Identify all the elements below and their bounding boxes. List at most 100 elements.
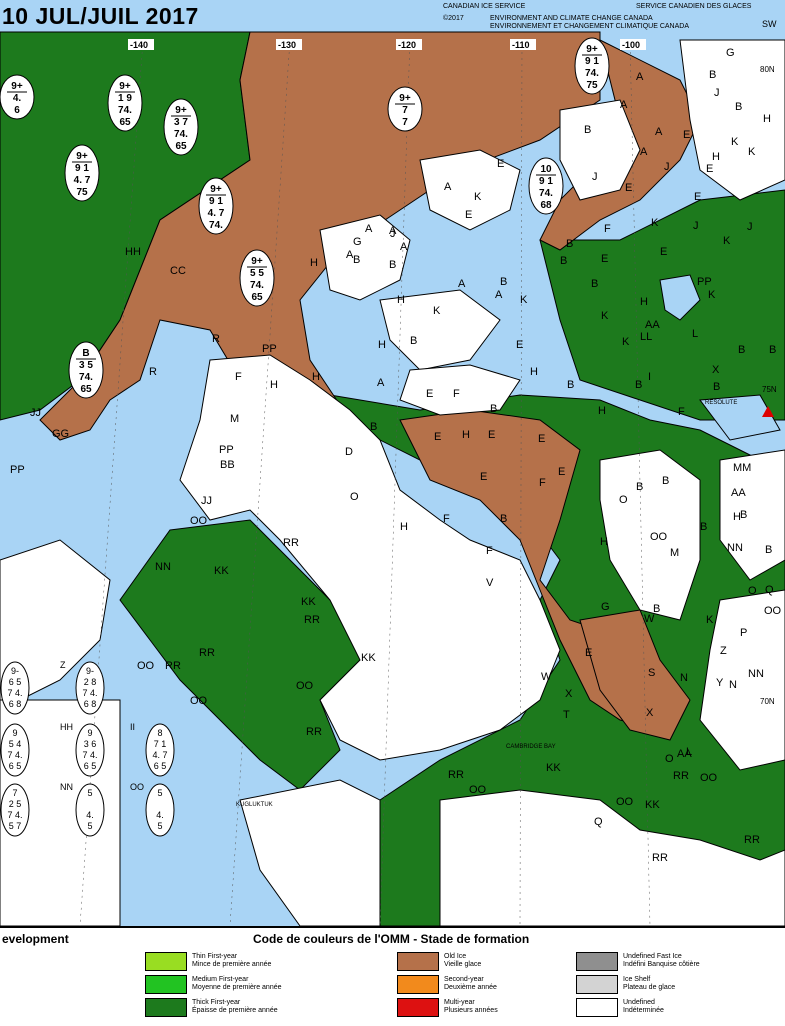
region-label-rr: RR (306, 726, 322, 738)
region-label-oo: OO (190, 515, 208, 527)
egg-line: 9+ (119, 81, 131, 92)
region-label-a: A (640, 146, 648, 158)
legend-egg-line: 7 4. (7, 810, 22, 820)
region-label-h: H (378, 339, 386, 351)
copyright: ©2017 (443, 15, 464, 22)
egg-code: 9+4.6 (0, 74, 35, 120)
region-label-g: G (726, 47, 735, 59)
legend-egg-label: II (130, 722, 135, 732)
region-label-pp: PP (697, 276, 712, 288)
legend-egg-label: NN (60, 782, 73, 792)
region-label-k: K (474, 191, 482, 203)
egg-line: 9+ (399, 93, 411, 104)
region-label-h: H (397, 294, 405, 306)
region-label-e: E (694, 191, 701, 203)
legend-egg-line: 6 5 (9, 677, 22, 687)
legend-label-fr: Plateau de glace (623, 984, 676, 991)
region-label-h: H (462, 429, 470, 441)
egg-line: 9+ (251, 256, 263, 267)
legend-egg-line: 5 (157, 821, 162, 831)
region-label-a: A (400, 241, 408, 253)
region-label-b: B (389, 259, 396, 271)
region-label-h: H (712, 151, 720, 163)
region-label-j: J (693, 220, 699, 232)
dept-fr: ENVIRONNEMENT ET CHANGEMENT CLIMATIQUE C… (490, 23, 690, 30)
region-label-k: K (706, 614, 714, 626)
region-label-x: X (565, 688, 573, 700)
region-label-w: W (541, 671, 552, 683)
region-label-s: S (648, 667, 655, 679)
region-label-a: A (365, 223, 373, 235)
region-label-d: D (345, 446, 353, 458)
region-label-z: Z (720, 645, 727, 657)
region-label-h: H (598, 405, 606, 417)
region-label-b: B (662, 475, 669, 487)
region-label-b: B (500, 513, 507, 525)
region-label-k: K (601, 310, 609, 322)
region-label-oo: OO (650, 531, 668, 543)
region-label-rr: RR (165, 660, 181, 672)
region-label-e: E (558, 466, 565, 478)
longitude-label: -140 (130, 40, 148, 50)
egg-line: 9 1 (539, 176, 553, 187)
legend-egg-line: 4. 7 (152, 750, 167, 760)
region-label-h: H (600, 536, 608, 548)
egg-line: 74. (174, 129, 188, 140)
legend-label-fr: Indéterminée (623, 1007, 664, 1014)
region-label-kk: KK (301, 596, 316, 608)
legend-egg-line: 9- (86, 666, 94, 676)
region-label-f: F (604, 223, 611, 235)
region-label-n: N (729, 679, 737, 691)
region-label-t: T (563, 709, 570, 721)
legend-egg-code: 72 57 4.5 7 (0, 783, 30, 837)
region-label-e: E (601, 253, 608, 265)
region-label-a: A (620, 99, 628, 111)
legend-egg-code: 95 47 4.6 5 (0, 723, 30, 777)
egg-line: 74. (250, 280, 264, 291)
region-label-b: B (735, 101, 742, 113)
egg-code: 9+5 574.65 (239, 249, 275, 307)
egg-code: 9+9 14. 774. (198, 177, 234, 235)
legend-egg-line: 7 (12, 788, 17, 798)
region-label-e: E (480, 471, 487, 483)
latitude-label: 70N (760, 697, 775, 706)
region-label-w: W (644, 613, 655, 625)
region-label-jj: JJ (201, 495, 212, 507)
region-label-oo: OO (764, 605, 782, 617)
egg-line: 65 (80, 384, 92, 395)
region-label-e: E (706, 163, 713, 175)
legend-swatch (145, 952, 187, 971)
region-label-rr: RR (448, 769, 464, 781)
legend-egg-line: 5 (87, 788, 92, 798)
region-label-r: R (212, 333, 220, 345)
egg-line: 74. (539, 188, 553, 199)
egg-line: 1 9 (118, 93, 132, 104)
region-label-oo: OO (296, 680, 314, 692)
region-label-m: M (230, 413, 239, 425)
place-label: CAMBRIDGE BAY (506, 744, 556, 750)
egg-line: 6 (14, 105, 20, 116)
region-label-j: J (390, 228, 396, 240)
region-label-mm: MM (733, 462, 751, 474)
region-label-f: F (453, 388, 460, 400)
egg-line: 7 (402, 117, 408, 128)
egg-code: 9+1 974.65 (107, 74, 143, 132)
region-label-f: F (486, 545, 493, 557)
region-label-n: N (680, 672, 688, 684)
legend-egg-line: 6 5 (84, 761, 97, 771)
legend-egg-line: 2 8 (84, 677, 97, 687)
dept-en: ENVIRONMENT AND CLIMATE CHANGE CANADA (490, 15, 653, 22)
region-label-j: J (747, 221, 753, 233)
region-label-h: H (763, 113, 771, 125)
agency-fr: SERVICE CANADIEN DES GLACES (636, 3, 752, 10)
region-label-b: B (500, 276, 507, 288)
legend-label-en: Old Ice (444, 953, 467, 960)
legend-egg-line: 8 (157, 728, 162, 738)
egg-line: 9+ (175, 105, 187, 116)
egg-line: 4. (13, 93, 22, 104)
egg-line: 65 (175, 141, 187, 152)
egg-line: 4. 7 (208, 208, 225, 219)
legend-egg-code: 9-6 57 4.6 8 (0, 661, 30, 715)
region-label-a: A (655, 126, 663, 138)
region-label-bb: BB (220, 459, 235, 471)
